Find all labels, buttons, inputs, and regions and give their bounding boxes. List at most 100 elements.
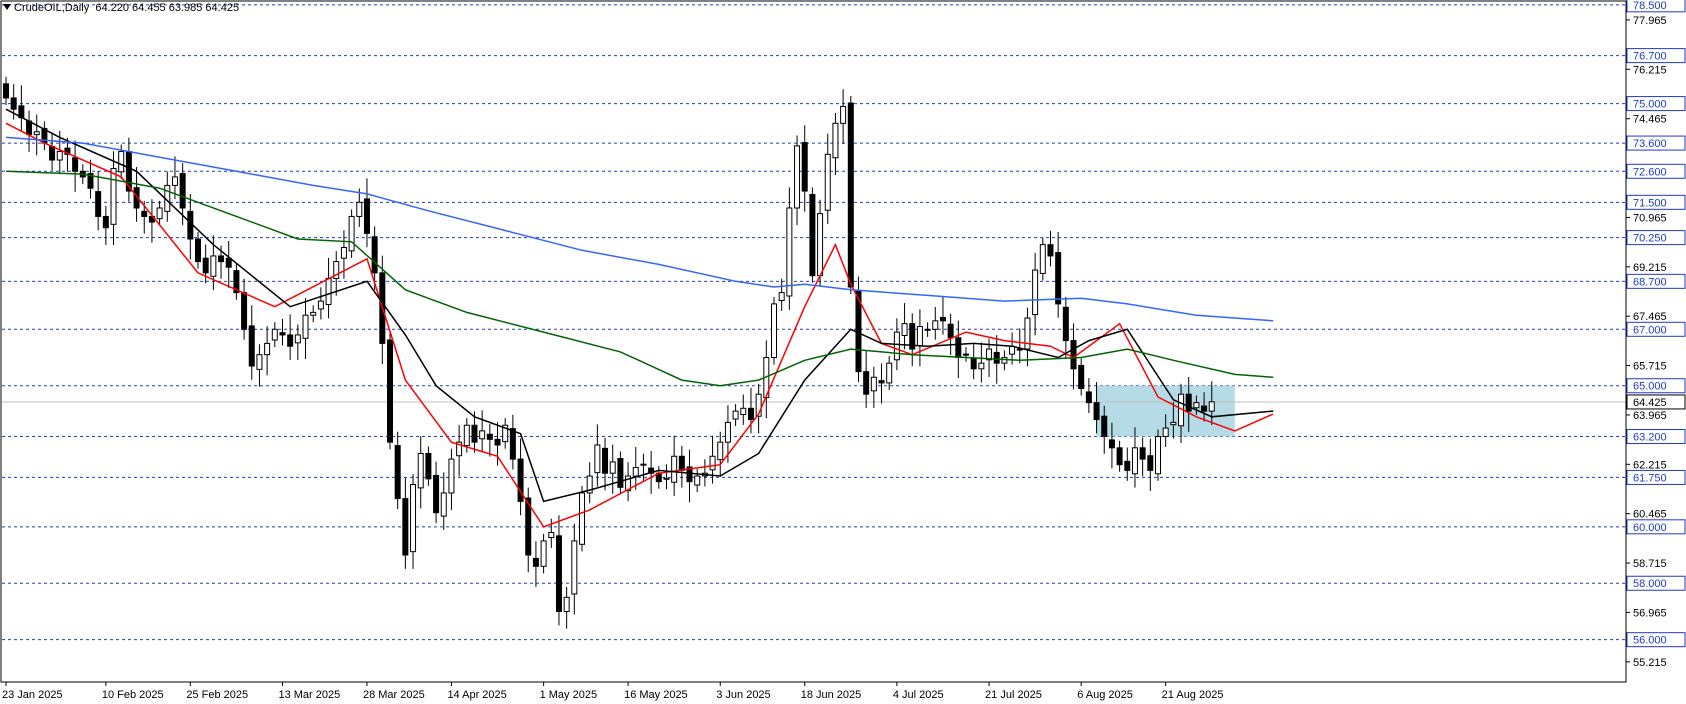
x-tick-label: 13 Mar 2025 — [278, 689, 340, 701]
x-tick-label: 21 Jul 2025 — [985, 689, 1042, 701]
y-tick-label: 56.965 — [1633, 607, 1667, 619]
candle-body — [248, 325, 255, 367]
candle-body — [1201, 405, 1208, 412]
x-tick-label: 28 Mar 2025 — [363, 689, 425, 701]
y-tick-label: 67.465 — [1633, 311, 1667, 323]
candle-body — [10, 97, 17, 110]
candle-body — [348, 215, 355, 252]
candle-body — [340, 246, 347, 259]
candle-body — [609, 461, 616, 474]
candle-body — [49, 145, 56, 161]
level-label: 76.700 — [1633, 51, 1667, 63]
candle-body — [863, 371, 870, 395]
candle-body — [671, 455, 678, 483]
candle-body — [195, 238, 201, 263]
candle-body — [724, 421, 731, 443]
x-tick-label: 1 May 2025 — [540, 689, 597, 701]
candle-body — [310, 311, 317, 316]
candle-body — [1078, 364, 1085, 390]
price-chart[interactable]: 77.96576.21574.46572.71570.96569.21567.4… — [0, 0, 1686, 704]
y-tick-label: 70.965 — [1633, 212, 1667, 224]
candle-body — [471, 424, 478, 443]
candle-body — [579, 492, 585, 545]
candle-body — [1116, 447, 1123, 466]
candle-body — [540, 540, 547, 567]
candle-body — [717, 441, 724, 461]
candle-body — [732, 410, 739, 420]
candle-body — [924, 328, 931, 331]
candle-body — [363, 198, 370, 234]
candle-body — [947, 323, 954, 339]
candle-body — [678, 455, 685, 471]
candle-body — [417, 452, 424, 489]
candle-body — [594, 444, 601, 474]
candle-body — [870, 376, 877, 392]
level-label: 67.000 — [1633, 324, 1667, 336]
candle-body — [978, 362, 985, 370]
candle-body — [509, 428, 516, 460]
candle-body — [970, 357, 977, 370]
candle-body — [118, 151, 125, 173]
candle-body — [555, 535, 562, 612]
candle-body — [410, 483, 417, 553]
candle-body — [840, 105, 847, 124]
level-label: 68.700 — [1633, 276, 1667, 288]
candle-body — [1208, 401, 1215, 412]
y-tick-label: 58.715 — [1633, 558, 1667, 570]
candle-body — [786, 207, 793, 297]
candle-body — [794, 145, 801, 209]
candle-body — [932, 320, 939, 330]
x-tick-label: 21 Aug 2025 — [1162, 689, 1224, 701]
candle-body — [271, 328, 278, 341]
candle-body — [801, 142, 808, 192]
level-label: 61.750 — [1633, 472, 1667, 484]
candle-body — [202, 257, 209, 274]
dropdown-triangle-icon[interactable] — [3, 4, 11, 10]
candle-body — [832, 122, 839, 159]
x-tick-label: 4 Jul 2025 — [893, 689, 944, 701]
level-label: 75.000 — [1633, 99, 1667, 111]
y-tick-label: 62.215 — [1633, 459, 1667, 471]
candle-body — [156, 207, 163, 220]
y-tick-label: 76.215 — [1633, 64, 1667, 76]
candle-body — [494, 438, 501, 446]
candle-body — [402, 498, 409, 556]
chart-header: CrudeOIL,Daily 64.220 64.455 63.985 64.4… — [3, 2, 239, 14]
level-label: 65.000 — [1633, 381, 1667, 393]
candle-body — [901, 323, 908, 337]
x-tick-label: 3 Jun 2025 — [716, 689, 770, 701]
candle-body — [102, 215, 109, 229]
x-tick-label: 18 Jun 2025 — [801, 689, 862, 701]
candle-body — [486, 433, 493, 440]
level-label: 63.200 — [1633, 432, 1667, 444]
candle-body — [225, 257, 232, 268]
candle-body — [824, 153, 831, 211]
candle-body — [218, 255, 225, 263]
candle-body — [256, 354, 263, 370]
y-tick-label: 63.965 — [1633, 410, 1667, 422]
candle-body — [440, 492, 447, 517]
candle-body — [747, 407, 754, 421]
candle-body — [1162, 427, 1169, 438]
y-tick-label: 55.215 — [1633, 657, 1667, 669]
candle-body — [463, 424, 470, 447]
candle-body — [886, 362, 893, 384]
candle-body — [1170, 421, 1177, 426]
level-label: 56.000 — [1633, 635, 1667, 647]
candle-body — [302, 314, 309, 339]
candle-body — [33, 131, 40, 136]
candle-body — [694, 475, 701, 486]
ohlc-values: 64.220 64.455 63.985 64.425 — [95, 2, 240, 14]
candle-body — [778, 292, 785, 302]
candle-body — [1185, 393, 1192, 412]
y-tick-label: 77.965 — [1633, 15, 1667, 27]
candle-body — [3, 83, 9, 99]
candle-body — [1055, 252, 1062, 305]
candle-body — [110, 167, 117, 225]
candle-body — [448, 458, 455, 494]
candle-body — [425, 452, 432, 480]
candle-body — [72, 157, 79, 172]
candle-body — [939, 316, 946, 322]
x-tick-label: 6 Aug 2025 — [1077, 689, 1133, 701]
candle-body — [1062, 306, 1069, 342]
